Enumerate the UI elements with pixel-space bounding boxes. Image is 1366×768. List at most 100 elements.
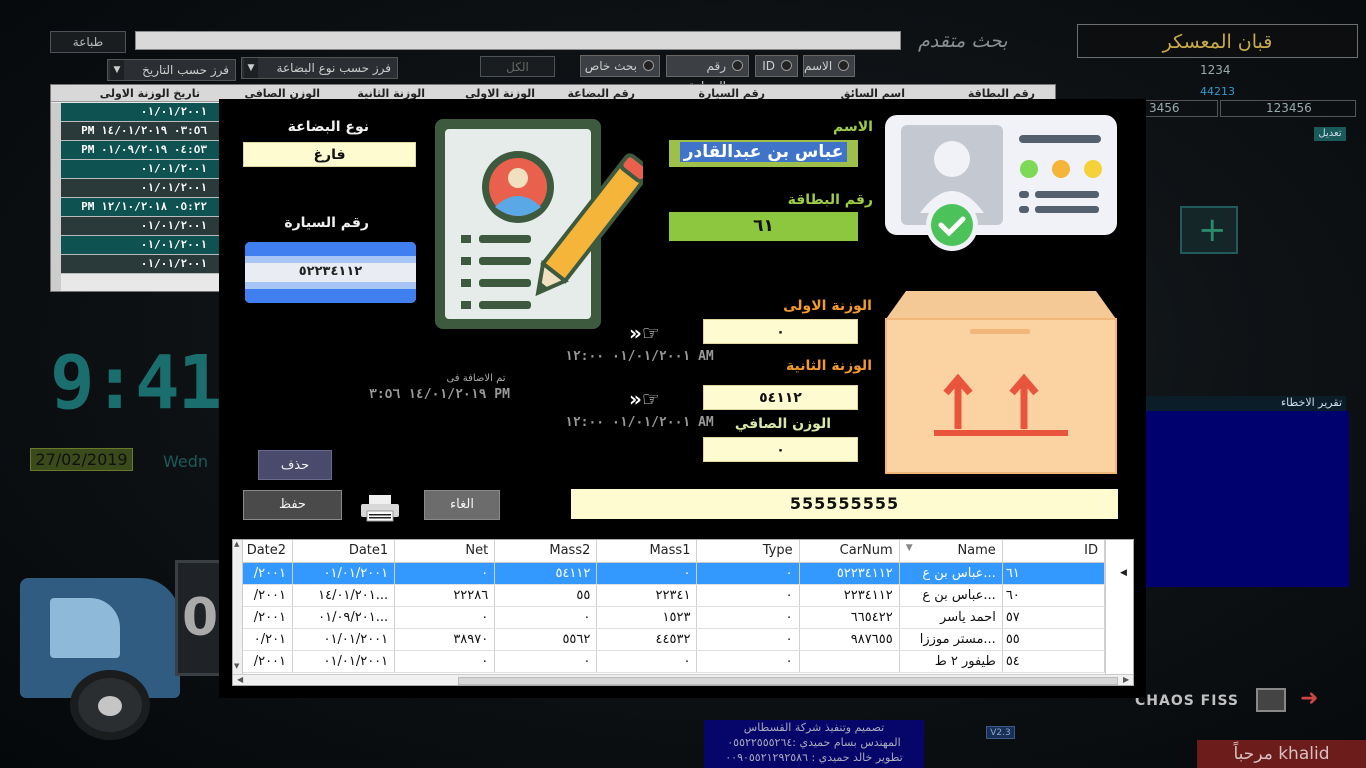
col-header-type[interactable]: Type [696, 540, 800, 563]
cell-name[interactable]: مستر موززا... [899, 628, 1003, 651]
scroll-thumb[interactable] [458, 677, 1118, 685]
delete-button[interactable]: حذف [258, 450, 332, 480]
sort-by-goods-combo[interactable]: ▼ فرز حسب نوع البضاعة [241, 57, 398, 79]
cell-date2[interactable]: /٢٠٠١ [243, 562, 294, 585]
cell-date1[interactable]: ٠١/٠٩/٢٠١... [292, 606, 396, 629]
scroll-down-icon[interactable]: ▼ [234, 662, 239, 670]
cell-mass2[interactable]: ٥٥٦٢ [494, 628, 598, 651]
total-field[interactable]: 555555555 [571, 489, 1118, 519]
cell-mass1[interactable]: ١٥٢٣ [596, 606, 698, 629]
first-weight-field[interactable]: ٠ [703, 319, 858, 344]
cell-date1[interactable]: ٠١/٠١/٢٠٠١ [292, 628, 396, 651]
table-row[interactable]: /٢٠٠١ ٠١/٠١/٢٠٠١ ٠ ٥٤١١٢ ٠ ٠ ٥٢٢٣٤١١٢ عباس بن ع… [243, 562, 1106, 585]
table-row[interactable]: ٠١/٠١/٢٠٠١ [61, 217, 221, 236]
excel-icon[interactable] [1256, 688, 1286, 712]
side-field-a[interactable]: 123456 [1220, 100, 1356, 117]
cell-date1[interactable]: ٠١/٠١/٢٠٠١ [292, 562, 396, 585]
cell-mass2[interactable]: ٠ [494, 650, 598, 673]
table-row[interactable]: ٠١/٠١/٢٠٠١ [61, 179, 221, 198]
cell-mass2[interactable]: ٥٤١١٢ [494, 562, 598, 585]
cell-name[interactable]: طيفور ٢ ط [899, 650, 1003, 673]
vertical-scrollbar[interactable]: ▲ ▼ [233, 540, 243, 674]
table-row[interactable]: /٢٠٠١ ٠١/٠٩/٢٠١... ٠ ٠ ١٥٢٣ ٠ ٦٦٥٤٢٢ احمد ياسر ٥… [243, 606, 1106, 629]
cell-type[interactable]: ٠ [696, 562, 800, 585]
table-row[interactable]: /٢٠٠١ ١٤/٠١/٢٠١... ٢٢٢٨٦ ٥٥ ٢٢٣٤١ ٠ ٢٢٣٤١١٢ عبا… [243, 584, 1106, 607]
cell-carnum[interactable]: ٩٨٧٦٥٥ [799, 628, 900, 651]
table-row[interactable]: PM ٠٥:٢٢ ١٢/١٠/٢٠١٨ [61, 198, 221, 217]
cancel-button[interactable]: الغاء [424, 490, 500, 520]
cell-date2[interactable]: /٢٠٠١ [243, 606, 294, 629]
col-header-mass2[interactable]: Mass2 [494, 540, 598, 563]
scroll-left-icon[interactable]: ◀ [237, 675, 243, 684]
cell-date1[interactable]: ١٤/٠١/٢٠١... [292, 584, 396, 607]
second-weight-field[interactable]: ٥٤١١٢ [703, 385, 858, 410]
cell-mass1[interactable]: ٤٤٥٣٢ [596, 628, 698, 651]
table-row[interactable]: ٠١/٠١/٢٠٠١ [61, 160, 221, 179]
table-row[interactable]: ٠١/٠١/٢٠٠١ [61, 236, 221, 255]
cell-net[interactable]: ٠ [394, 650, 496, 673]
radio-id[interactable]: ID [755, 55, 798, 77]
cell-carnum[interactable]: ٢٢٣٤١١٢ [799, 584, 900, 607]
col-header-date2[interactable]: Date2 [243, 540, 294, 563]
print-button[interactable]: طباعة [50, 31, 126, 53]
edit-button[interactable]: تعديل [1314, 127, 1346, 141]
cell-net[interactable]: ٢٢٢٨٦ [394, 584, 496, 607]
cell-net[interactable]: ٠ [394, 562, 496, 585]
cell-name[interactable]: عباس بن ع... [899, 584, 1003, 607]
cell-net[interactable]: ٣٨٩٧٠ [394, 628, 496, 651]
radio-name[interactable]: الاسم [803, 55, 855, 77]
table-row[interactable]: PM ٠٣:٥٦ ١٤/٠١/٢٠١٩ [61, 122, 221, 141]
cell-date2[interactable]: ٠/٢٠١ [243, 628, 294, 651]
col-header-mass1[interactable]: Mass1 [596, 540, 698, 563]
cell-mass1[interactable]: ٠ [596, 650, 698, 673]
card-number-field[interactable]: ٦١ [669, 212, 858, 241]
net-weight-field[interactable]: ٠ [703, 437, 858, 462]
cell-type[interactable]: ٠ [696, 650, 800, 673]
exit-icon[interactable]: ➜ [1300, 686, 1318, 711]
col-header-name[interactable]: ▼ Name [899, 540, 1003, 563]
cell-id[interactable]: ٥٧ [1002, 606, 1106, 629]
records-table[interactable]: Date2 Date1 Net Mass2 Mass1 Type CarNum … [232, 539, 1134, 686]
cell-name[interactable]: احمد ياسر [899, 606, 1003, 629]
cell-id[interactable]: ٦١ [1002, 562, 1106, 585]
cell-type[interactable]: ٠ [696, 628, 800, 651]
cell-name[interactable]: عباس بن ع... [899, 562, 1003, 585]
grid-scrollbar[interactable] [51, 103, 61, 291]
cell-date1[interactable]: ٠١/٠١/٢٠٠١ [292, 650, 396, 673]
cell-id[interactable]: ٥٥ [1002, 628, 1106, 651]
name-field[interactable]: عباس بن عبدالقادر [669, 140, 858, 167]
col-header-date1[interactable]: Date1 [292, 540, 396, 563]
sort-by-date-combo[interactable]: ▼ فرز حسب التاريخ [107, 59, 236, 81]
add-button[interactable]: + [1180, 206, 1238, 254]
col-header-net[interactable]: Net [394, 540, 496, 563]
cell-id[interactable]: ٦٠ [1002, 584, 1106, 607]
search-input[interactable] [135, 31, 901, 50]
cell-carnum[interactable] [799, 650, 900, 673]
radio-special-search[interactable]: بحث خاص [580, 55, 660, 77]
table-row[interactable]: PM ٠٤:٥٣ ٠١/٠٩/٢٠١٩ [61, 141, 221, 160]
radio-car-number[interactable]: رقم السيارة [666, 55, 749, 93]
table-row[interactable]: ٠١/٠١/٢٠٠١ [61, 103, 221, 122]
cell-mass1[interactable]: ٢٢٣٤١ [596, 584, 698, 607]
goods-type-field[interactable]: فارغ [243, 142, 416, 167]
col-header-id[interactable]: ID [1002, 540, 1106, 563]
save-button[interactable]: حفظ [243, 490, 342, 520]
horizontal-scrollbar[interactable]: ◀ ▶ [233, 674, 1133, 685]
cell-type[interactable]: ٠ [696, 584, 800, 607]
scroll-right-icon[interactable]: ▶ [1123, 675, 1129, 684]
car-number-value[interactable]: ٥٢٢٣٤١١٢ [245, 264, 416, 279]
cell-id[interactable]: ٥٤ [1002, 650, 1106, 673]
cell-mass2[interactable]: ٥٥ [494, 584, 598, 607]
cell-mass1[interactable]: ٠ [596, 562, 698, 585]
printer-icon[interactable] [359, 493, 401, 523]
table-row[interactable]: ٠١/٠١/٢٠٠١ [61, 255, 221, 274]
cell-mass2[interactable]: ٠ [494, 606, 598, 629]
col-header-carnum[interactable]: CarNum [799, 540, 900, 563]
cell-date2[interactable]: /٢٠٠١ [243, 650, 294, 673]
table-row[interactable]: /٢٠٠١ ٠١/٠١/٢٠٠١ ٠ ٠ ٠ ٠ طيفور ٢ ط ٥٤ [243, 650, 1106, 673]
cell-date2[interactable]: /٢٠٠١ [243, 584, 294, 607]
scroll-up-icon[interactable]: ▲ [234, 540, 239, 548]
table-row[interactable]: ٠/٢٠١ ٠١/٠١/٢٠٠١ ٣٨٩٧٠ ٥٥٦٢ ٤٤٥٣٢ ٠ ٩٨٧٦٥٥ مستر… [243, 628, 1106, 651]
all-button[interactable]: الكل [480, 56, 555, 77]
cell-type[interactable]: ٠ [696, 606, 800, 629]
